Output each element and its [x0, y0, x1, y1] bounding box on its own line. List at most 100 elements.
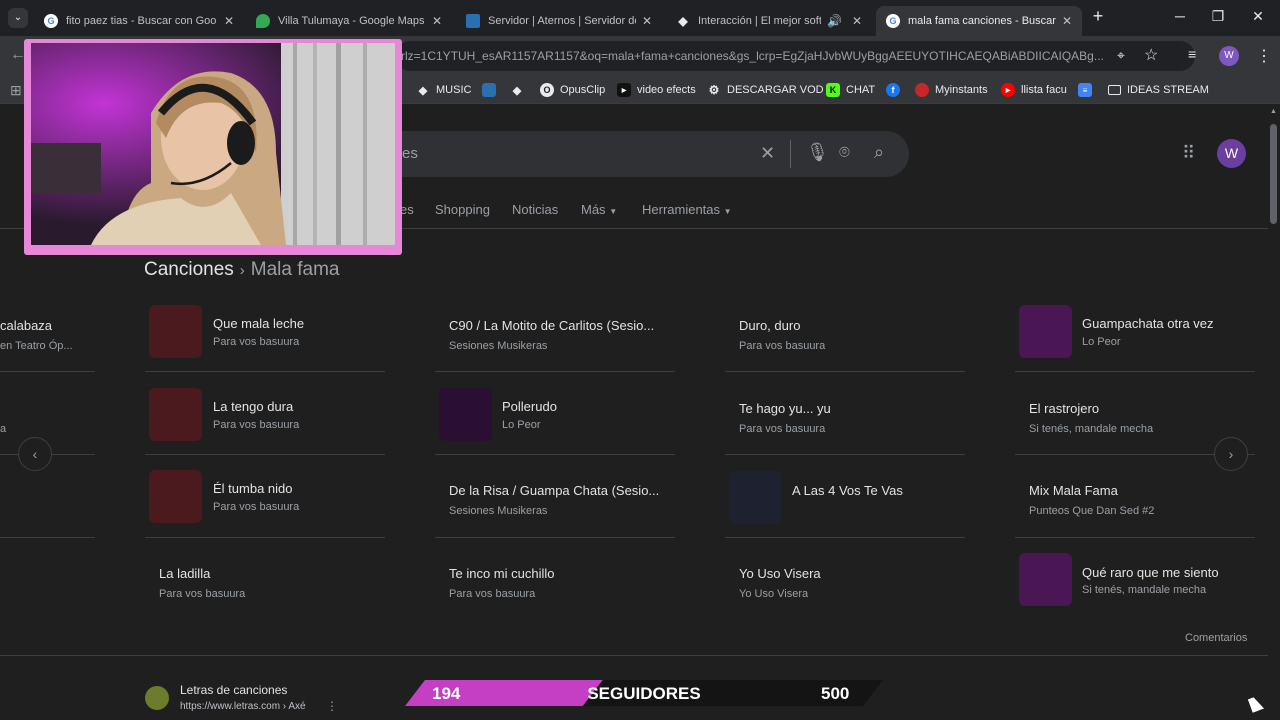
tab-herramientas[interactable]: Herramientas ▼ [642, 202, 732, 217]
song-artist: Lo Peor [1082, 336, 1121, 348]
bookmark-opusclip[interactable]: O OpusClip [540, 82, 605, 98]
profile-avatar[interactable]: W [1219, 46, 1239, 66]
song-title: Qué raro que me siento [1082, 565, 1219, 580]
carousel-prev-button[interactable]: ‹ [18, 437, 52, 471]
window-close-icon[interactable]: ✕ [1248, 8, 1268, 25]
menu-icon[interactable]: ⋮ [1256, 46, 1272, 66]
song-title: La ladilla [159, 566, 211, 581]
tab-aternos[interactable]: Servidor | Aternos | Servidor de ✕ [456, 6, 662, 36]
song-item[interactable]: Él tumba nido Para vos basuura [149, 463, 389, 533]
address-bar[interactable]: rlz=1C1YTUH_esAR1157AR1157&oq=mala+fama+… [395, 41, 1195, 71]
tab-mas[interactable]: Más ▼ [581, 202, 617, 217]
tab-google-maps[interactable]: Villa Tulumaya - Google Maps ✕ [246, 6, 452, 36]
apps-icon[interactable]: ⊞ [10, 82, 22, 99]
song-title: calabaza [0, 318, 53, 333]
bookmark-facebook[interactable]: f [886, 82, 906, 98]
song-item[interactable]: C90 / La Motito de Carlitos (Sesio... Se… [449, 306, 679, 376]
tab-interaccion[interactable]: ◆ Interacción | El mejor softw 🔊 ✕ [666, 6, 872, 36]
song-thumbnail [439, 388, 492, 441]
followers-label: SEGUIDORES [587, 684, 700, 703]
row-divider [435, 371, 675, 372]
google-apps-icon[interactable]: ⠿ [1182, 143, 1195, 164]
tab-mala-fama[interactable]: G mala fama canciones - Buscar ✕ [876, 6, 1082, 36]
microphone-icon[interactable]: 🎙 [806, 142, 829, 163]
google-icon: G [44, 14, 58, 28]
song-item[interactable]: Que mala leche Para vos basuura [149, 298, 389, 368]
song-title: Te inco mi cuchillo [449, 566, 555, 581]
song-item[interactable]: Qué raro que me siento Si tenés, mandale… [1019, 546, 1249, 616]
bookmark-video-efects[interactable]: ▶ video efects [617, 82, 696, 98]
song-item[interactable]: Te inco mi cuchillo Para vos basuura [449, 554, 679, 624]
account-avatar[interactable]: W [1217, 139, 1246, 168]
song-item[interactable]: La tengo dura Para vos basuura [149, 381, 389, 451]
result-title[interactable]: Letras de canciones [180, 683, 287, 697]
song-title: C90 / La Motito de Carlitos (Sesio... [449, 318, 655, 333]
song-title: Pollerudo [502, 399, 557, 414]
song-title: A Las 4 Vos Te Vas [792, 483, 903, 498]
more-options-icon[interactable]: ⋮ [326, 699, 338, 713]
bookmark-diamond[interactable]: ◆ [510, 82, 530, 98]
close-icon[interactable]: ✕ [1062, 14, 1072, 28]
tab-shopping[interactable]: Shopping [435, 202, 490, 217]
bookmark-descargar-vod[interactable]: ⚙ DESCARGAR VOD [707, 82, 824, 98]
search-icon[interactable]: ⌕ [874, 142, 884, 163]
bookmark-label: Myinstants [935, 84, 988, 96]
diamond-icon: ◆ [678, 14, 688, 28]
song-thumbnail [149, 305, 202, 358]
close-icon[interactable]: ✕ [852, 14, 862, 28]
tab-noticias[interactable]: Noticias [512, 202, 558, 217]
bookmark-docs[interactable]: ≡ [1078, 82, 1098, 98]
minimize-icon[interactable]: ─ [1170, 8, 1190, 24]
song-item[interactable]: Te hago yu... yu Para vos basuura [739, 389, 969, 459]
maximize-icon[interactable]: ❐ [1208, 8, 1228, 25]
search-query-text: es [402, 145, 418, 162]
song-item[interactable]: De la Risa / Guampa Chata (Sesio... Sesi… [449, 471, 679, 541]
row-divider [145, 371, 385, 372]
song-artist: Si tenés, mandale mecha [1082, 584, 1207, 596]
feedback-link[interactable]: Comentarios [1185, 632, 1247, 644]
new-tab-icon[interactable]: + [1088, 6, 1108, 27]
bookmark-aternos[interactable] [482, 82, 502, 98]
bookmark-myinstants[interactable]: Myinstants [915, 82, 988, 98]
clear-icon[interactable]: ✕ [760, 143, 775, 164]
tab-label: fito paez tias - Buscar con Goo [66, 15, 217, 27]
song-item[interactable]: A Las 4 Vos Te Vas [729, 464, 969, 534]
close-icon[interactable]: ✕ [224, 14, 234, 28]
bookmark-star-icon[interactable]: ☆ [1144, 45, 1158, 65]
scroll-up-icon[interactable]: ▲ [1270, 108, 1277, 115]
bookmark-ideas-stream[interactable]: IDEAS STREAM [1108, 82, 1209, 98]
song-item[interactable]: Yo Uso Visera Yo Uso Visera [739, 554, 969, 624]
close-icon[interactable]: ✕ [432, 14, 442, 28]
kick-icon: K [826, 83, 840, 97]
song-title: Te hago yu... yu [739, 401, 831, 416]
bookmark-label: OpusClip [560, 84, 606, 96]
row-divider [145, 537, 385, 538]
song-item[interactable]: Pollerudo Lo Peor [439, 381, 679, 451]
bookmark-llista-facu[interactable]: ▶ llista facu [1001, 82, 1067, 98]
breadcrumb-root[interactable]: Canciones [144, 259, 234, 280]
search-input[interactable]: es [380, 131, 909, 177]
tab-search-chevron-icon[interactable]: ⌄ [8, 8, 28, 28]
tab-partial[interactable]: es [400, 202, 414, 217]
bookmark-chat[interactable]: K CHAT [826, 82, 875, 98]
scrollbar-thumb[interactable] [1270, 124, 1277, 224]
song-title: Yo Uso Visera [739, 566, 821, 581]
media-queue-icon[interactable]: ≡ [1188, 46, 1196, 62]
bookmark-music[interactable]: ◆ MUSIC [416, 82, 472, 98]
song-item[interactable]: Duro, duro Para vos basuura [739, 306, 969, 376]
tab-label: Interacción | El mejor softw [698, 15, 821, 27]
location-icon[interactable]: ⌖ [1117, 47, 1125, 64]
song-item[interactable]: Mix Mala Fama Punteos Que Dan Sed #2 [1029, 471, 1249, 541]
song-artist: Para vos basuura [739, 423, 826, 435]
speaker-icon[interactable]: 🔊 [827, 14, 842, 28]
row-divider [725, 454, 965, 455]
tab-fito-paez[interactable]: G fito paez tias - Buscar con Goo ✕ [34, 6, 244, 36]
song-item[interactable]: Guampachata otra vez Lo Peor [1019, 298, 1249, 368]
carousel-next-button[interactable]: › [1214, 437, 1248, 471]
song-item[interactable]: La ladilla Para vos basuura [159, 554, 389, 624]
lens-icon[interactable]: ⌾ [839, 142, 850, 163]
close-icon[interactable]: ✕ [642, 14, 652, 28]
facebook-icon: f [886, 83, 900, 97]
maps-icon [256, 14, 270, 28]
song-item[interactable]: calabaza en Teatro Óp... [0, 306, 100, 376]
